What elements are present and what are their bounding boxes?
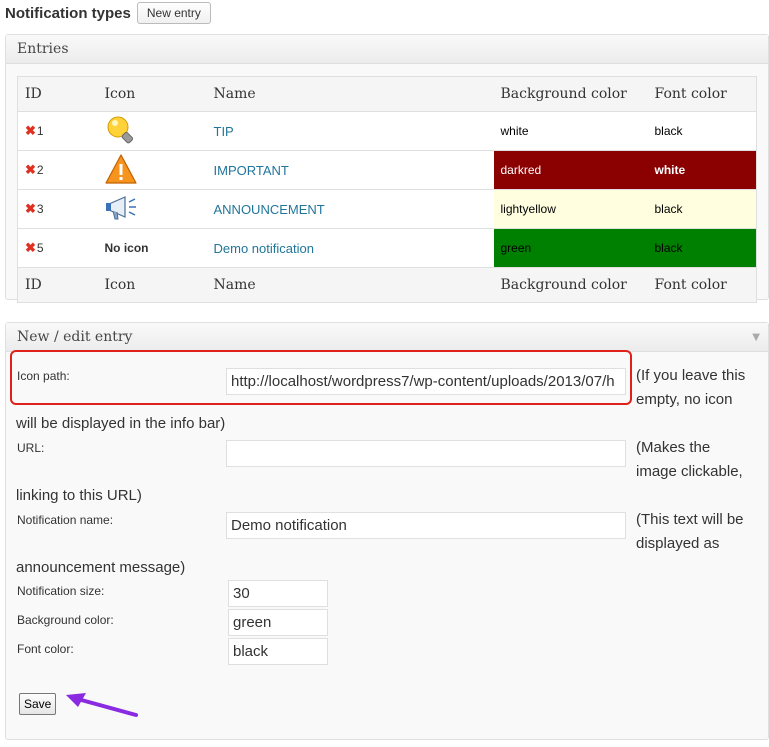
url-hint-2: image clickable,	[636, 463, 743, 480]
table-row: ✖1 TIP white black	[17, 111, 757, 151]
megaphone-icon	[105, 195, 139, 225]
table-row: ✖2 IMPORTANT darkred white	[17, 150, 757, 190]
annotation-arrow-icon	[66, 693, 138, 717]
row-name-cell: IMPORTANT	[212, 150, 494, 190]
icon-path-input[interactable]: http://localhost/wordpress7/wp-content/u…	[226, 368, 626, 395]
column-footer-font-color: Font color	[647, 267, 757, 303]
column-footer-id: ID	[17, 267, 104, 303]
notification-size-input[interactable]: 30	[228, 580, 328, 607]
row-icon-cell	[103, 111, 213, 151]
row-font-color: black	[647, 189, 757, 229]
row-id-cell: ✖2	[17, 150, 104, 190]
delete-icon[interactable]: ✖	[25, 162, 36, 177]
column-footer-name: Name	[212, 267, 494, 303]
page-title: Notification types	[5, 4, 131, 22]
notification-name-link[interactable]: Demo notification	[214, 241, 314, 256]
row-name-cell: ANNOUNCEMENT	[212, 189, 494, 229]
row-name-cell: Demo notification	[212, 228, 494, 268]
row-id-cell: ✖3	[17, 189, 104, 229]
notification-name-input[interactable]: Demo notification	[226, 512, 626, 539]
row-icon-cell: No icon	[103, 228, 213, 268]
warning-icon	[104, 153, 137, 188]
table-row: ✖3 ANNOUNCEMENT lightyellow black	[17, 189, 757, 229]
font-color-label: Font color:	[17, 642, 74, 656]
notification-size-label: Notification size:	[17, 584, 105, 598]
row-id-cell: ✖5	[17, 228, 104, 268]
delete-icon[interactable]: ✖	[25, 123, 36, 138]
column-header-background-color: Background color	[493, 76, 648, 112]
row-font-color: white	[647, 150, 757, 190]
column-header-icon: Icon	[103, 76, 213, 112]
row-font-color: black	[647, 228, 757, 268]
row-name-cell: TIP	[212, 111, 494, 151]
entries-table: ID Icon Name Background color Font color…	[17, 76, 757, 303]
notification-name-hint-2: displayed as	[636, 535, 720, 552]
notification-name-label: Notification name:	[17, 513, 114, 527]
row-id: 5	[36, 241, 44, 255]
notification-name-link[interactable]: TIP	[214, 124, 234, 139]
icon-path-hint-1: (If you leave this	[636, 367, 746, 384]
column-header-font-color: Font color	[647, 76, 757, 112]
row-id: 1	[36, 124, 44, 138]
background-color-label: Background color:	[17, 613, 114, 627]
entries-panel-title: Entries	[6, 35, 768, 64]
edit-entry-title: New / edit entry	[17, 329, 133, 345]
no-icon-label: No icon	[104, 241, 149, 255]
lightbulb-icon	[105, 116, 137, 149]
url-label: URL:	[17, 441, 45, 455]
background-color-input[interactable]: green	[228, 609, 328, 636]
icon-path-hint-3: will be displayed in the info bar)	[16, 415, 226, 432]
row-background-color: darkred	[493, 150, 648, 190]
column-header-id: ID	[17, 76, 104, 112]
row-icon-cell	[103, 189, 213, 229]
row-id: 3	[36, 202, 44, 216]
row-id-cell: ✖1	[17, 111, 104, 151]
row-id: 2	[36, 163, 44, 177]
delete-icon[interactable]: ✖	[25, 240, 36, 255]
notification-name-link[interactable]: IMPORTANT	[214, 163, 289, 178]
url-input[interactable]	[226, 440, 626, 467]
notification-name-link[interactable]: ANNOUNCEMENT	[214, 202, 325, 217]
row-background-color: green	[493, 228, 648, 268]
url-hint-3: linking to this URL)	[16, 487, 142, 504]
notification-name-hint-3: announcement message)	[16, 559, 186, 576]
icon-path-label: Icon path:	[17, 369, 70, 383]
row-background-color: white	[493, 111, 648, 151]
column-footer-background-color: Background color	[493, 267, 648, 303]
icon-path-hint-2: empty, no icon	[636, 391, 733, 408]
column-header-name: Name	[212, 76, 494, 112]
row-icon-cell	[103, 150, 213, 190]
delete-icon[interactable]: ✖	[25, 201, 36, 216]
page-header: Notification types New entry	[5, 1, 211, 25]
row-font-color: black	[647, 111, 757, 151]
collapse-arrow-icon[interactable]: ▼	[752, 323, 760, 352]
table-footer-row: ID Icon Name Background color Font color	[17, 267, 757, 303]
column-footer-icon: Icon	[103, 267, 213, 303]
save-button[interactable]: Save	[19, 693, 57, 715]
font-color-input[interactable]: black	[228, 638, 328, 665]
url-hint-1: (Makes the	[636, 439, 711, 456]
entries-panel: Entries ID Icon Name Background color Fo…	[5, 34, 769, 303]
new-entry-button[interactable]: New entry	[136, 2, 211, 24]
table-header-row: ID Icon Name Background color Font color	[17, 76, 757, 112]
row-background-color: lightyellow	[493, 189, 648, 229]
edit-entry-panel: New / edit entry ▼ Icon path: http://loc…	[5, 322, 769, 740]
notification-name-hint-1: (This text will be	[636, 511, 744, 528]
table-row: ✖5 No icon Demo notification green black	[17, 228, 757, 268]
edit-entry-panel-title[interactable]: New / edit entry ▼	[6, 323, 768, 352]
